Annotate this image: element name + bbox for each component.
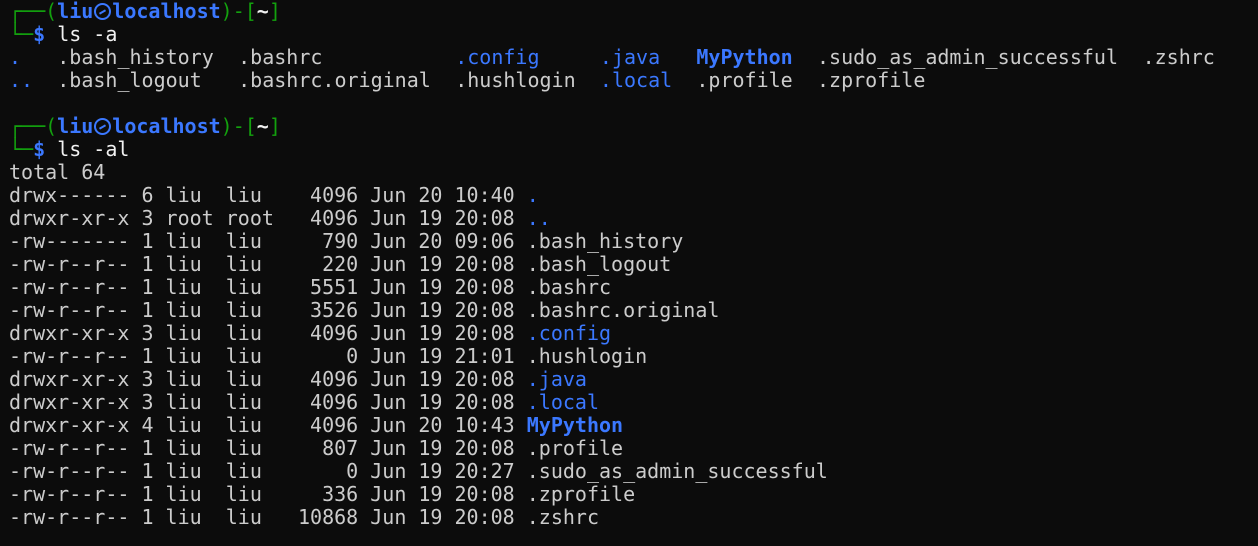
ls-al-meta: -rw-r--r-- 1 liu liu 0 Jun 19 20:27: [9, 459, 527, 483]
ls-al-row: drwxr-xr-x 3 liu liu 4096 Jun 19 20:08 .…: [9, 368, 1254, 391]
prompt-line-top: ┌──(liu localhost)-[~]: [9, 0, 1254, 23]
ls-al-row: -rw-r--r-- 1 liu liu 807 Jun 19 20:08 .p…: [9, 437, 1254, 460]
ls-al-listing: drwx------ 6 liu liu 4096 Jun 20 10:40 .…: [9, 184, 1254, 529]
prompt-user: liu: [57, 114, 94, 138]
prompt-path: ~: [256, 0, 269, 23]
prompt-frame-close-path: ]: [268, 114, 281, 138]
ls-a-entry: .config: [455, 45, 540, 69]
ls-a-entry: .: [9, 45, 22, 69]
ls-al-row: drwxr-xr-x 3 root root 4096 Jun 19 20:08…: [9, 207, 1254, 230]
prompt-line-top: ┌──(liu localhost)-[~]: [9, 115, 1254, 138]
prompt-frame-close-user: )-[: [220, 0, 257, 23]
ls-a-entry: .bashrc.original: [238, 68, 431, 92]
prompt-host: localhost: [112, 0, 221, 23]
ls-al-row: -rw------- 1 liu liu 790 Jun 20 09:06 .b…: [9, 230, 1254, 253]
kali-skull-icon: [94, 3, 112, 20]
prompt-host: localhost: [112, 114, 221, 138]
ls-al-row: -rw-r--r-- 1 liu liu 336 Jun 19 20:08 .z…: [9, 483, 1254, 506]
ls-al-filename: .config: [526, 321, 612, 345]
ls-al-row: drwxr-xr-x 3 liu liu 4096 Jun 19 20:08 .…: [9, 391, 1254, 414]
prompt-line-command: └─$ ls -a: [9, 23, 1254, 46]
ls-al-row: -rw-r--r-- 1 liu liu 10868 Jun 19 20:08 …: [9, 506, 1254, 529]
ls-al-filename: MyPython: [526, 413, 624, 437]
prompt-path: ~: [256, 114, 269, 138]
ls-al-total: total 64: [9, 160, 106, 184]
prompt-symbol: $: [33, 22, 46, 46]
ls-al-row: -rw-r--r-- 1 liu liu 0 Jun 19 20:27 .sud…: [9, 460, 1254, 483]
ls-al-meta: -rw-r--r-- 1 liu liu 10868 Jun 19 20:08: [9, 505, 527, 529]
ls-al-row: drwxr-xr-x 4 liu liu 4096 Jun 20 10:43 M…: [9, 414, 1254, 437]
ls-a-entry: MyPython: [696, 45, 793, 69]
ls-al-meta: -rw-r--r-- 1 liu liu 5551 Jun 19 20:08: [9, 275, 527, 299]
ls-a-entry: .java: [599, 45, 661, 69]
ls-al-meta: -rw-r--r-- 1 liu liu 220 Jun 19 20:08: [9, 252, 527, 276]
ls-a-row-1: . .bash_history .bashrc .config .java MyPytho…: [9, 46, 1254, 69]
prompt-frame-close-user: )-[: [220, 114, 257, 138]
prompt-symbol: $: [33, 137, 46, 161]
prompt-frame-bottom-left: └─: [9, 137, 34, 161]
ls-al-filename: .local: [526, 390, 600, 414]
ls-al-filename: .bash_logout: [526, 252, 672, 276]
ls-a-entry: ..: [9, 68, 34, 92]
ls-al-filename: .hushlogin: [526, 344, 648, 368]
ls-a-entry: .bash_history: [57, 45, 214, 69]
ls-al-meta: -rw-r--r-- 1 liu liu 3526 Jun 19 20:08: [9, 298, 527, 322]
ls-al-filename: .profile: [526, 436, 624, 460]
ls-a-entry: .zprofile: [816, 68, 926, 92]
prompt-frame-bottom-left: └─: [9, 22, 34, 46]
ls-al-meta: drwxr-xr-x 3 root root 4096 Jun 19 20:08: [9, 206, 527, 230]
ls-al-row: drwx------ 6 liu liu 4096 Jun 20 10:40 .: [9, 184, 1254, 207]
ls-al-meta: -rw------- 1 liu liu 790 Jun 20 09:06: [9, 229, 527, 253]
ls-al-meta: -rw-r--r-- 1 liu liu 807 Jun 19 20:08: [9, 436, 527, 460]
ls-a-entry: .sudo_as_admin_successful: [816, 45, 1119, 69]
ls-al-filename: .zprofile: [526, 482, 636, 506]
ls-a-entry: .zshrc: [1142, 45, 1215, 69]
ls-al-row: -rw-r--r-- 1 liu liu 0 Jun 19 21:01 .hus…: [9, 345, 1254, 368]
ls-al-row: -rw-r--r-- 1 liu liu 5551 Jun 19 20:08 .…: [9, 276, 1254, 299]
ls-al-filename: ..: [526, 206, 551, 230]
ls-al-row: -rw-r--r-- 1 liu liu 220 Jun 19 20:08 .b…: [9, 253, 1254, 276]
ls-a-entry: .bashrc: [238, 45, 323, 69]
ls-al-filename: .: [526, 183, 539, 207]
ls-al-meta: -rw-r--r-- 1 liu liu 336 Jun 19 20:08: [9, 482, 527, 506]
ls-a-entry: .bash_logout: [57, 68, 202, 92]
ls-al-meta: -rw-r--r-- 1 liu liu 0 Jun 19 21:01: [9, 344, 527, 368]
ls-al-meta: drwx------ 6 liu liu 4096 Jun 20 10:40: [9, 183, 527, 207]
ls-al-meta: drwxr-xr-x 4 liu liu 4096 Jun 20 10:43: [9, 413, 527, 437]
ls-al-filename: .bash_history: [526, 229, 684, 253]
ls-al-filename: .bashrc: [526, 275, 612, 299]
command-text: ls -al: [57, 137, 130, 161]
ls-a-entry: .hushlogin: [455, 68, 576, 92]
ls-a-row-2: .. .bash_logout .bashrc.original .hushlogin…: [9, 69, 1254, 92]
prompt-frame-top-left: ┌──(: [9, 0, 58, 23]
prompt-frame-close-path: ]: [268, 0, 281, 23]
command-text: ls -a: [57, 22, 118, 46]
ls-al-filename: .bashrc.original: [526, 298, 720, 322]
ls-a-entry: .local: [599, 68, 673, 92]
ls-al-meta: drwxr-xr-x 3 liu liu 4096 Jun 19 20:08: [9, 321, 527, 345]
prompt-line-command: └─$ ls -al: [9, 138, 1254, 161]
ls-a-entry: .profile: [696, 68, 793, 92]
ls-al-filename: .java: [526, 367, 587, 391]
ls-al-filename: .sudo_as_admin_successful: [526, 459, 828, 483]
ls-al-meta: drwxr-xr-x 3 liu liu 4096 Jun 19 20:08: [9, 390, 527, 414]
prompt-frame-top-left: ┌──(: [9, 114, 58, 138]
ls-al-row: drwxr-xr-x 3 liu liu 4096 Jun 19 20:08 .…: [9, 322, 1254, 345]
kali-skull-icon: [94, 118, 112, 135]
ls-al-row: -rw-r--r-- 1 liu liu 3526 Jun 19 20:08 .…: [9, 299, 1254, 322]
terminal-window[interactable]: ┌──(liu localhost)-[~] └─$ ls -a . .bash_h…: [9, 0, 1254, 546]
ls-al-meta: drwxr-xr-x 3 liu liu 4096 Jun 19 20:08: [9, 367, 527, 391]
prompt-user: liu: [57, 0, 94, 23]
ls-al-filename: .zshrc: [526, 505, 600, 529]
